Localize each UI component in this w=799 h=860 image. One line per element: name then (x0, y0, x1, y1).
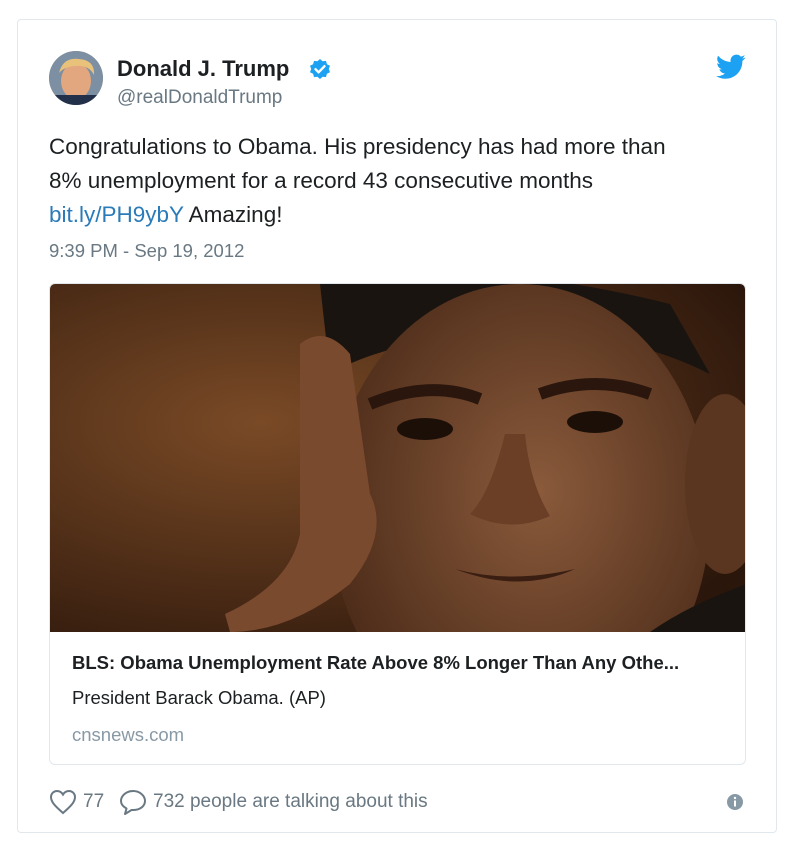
card-domain: cnsnews.com (72, 724, 185, 745)
like-count[interactable]: 77 (83, 789, 104, 815)
talking-count[interactable]: 732 people are talking about this (153, 789, 428, 815)
tweet-link[interactable]: bit.ly/PH9ybY (49, 202, 184, 227)
twitter-bird-icon[interactable] (716, 54, 746, 80)
tweet-text-after-link: Amazing! (183, 202, 283, 227)
comment-icon[interactable] (119, 789, 147, 815)
tweet-timestamp[interactable]: 9:39 PM - Sep 19, 2012 (49, 239, 244, 263)
link-preview-card[interactable]: BLS: Obama Unemployment Rate Above 8% Lo… (49, 283, 746, 765)
info-icon[interactable] (726, 793, 744, 811)
card-description: President Barack Obama. (AP) (72, 687, 326, 708)
news-photo-image (50, 284, 745, 632)
heart-icon[interactable] (49, 789, 77, 815)
tweet-text-line-2: 8% unemployment for a record 43 consecut… (49, 168, 594, 193)
avatar[interactable] (49, 51, 103, 105)
verified-icon (310, 59, 330, 79)
author-name[interactable]: Donald J. Trump (117, 56, 289, 82)
tweet-text: Congratulations to Obama. His presidency… (49, 130, 749, 232)
author-handle[interactable]: @realDonaldTrump (117, 86, 282, 110)
card-title: BLS: Obama Unemployment Rate Above 8% Lo… (72, 652, 680, 673)
tweet-text-line-1: Congratulations to Obama. His presidency… (49, 134, 666, 159)
tweet-card: Donald J. Trump @realDonaldTrump Congrat… (17, 19, 777, 833)
tweet-text-line-3: bit.ly/PH9ybY Amazing! (49, 198, 749, 232)
